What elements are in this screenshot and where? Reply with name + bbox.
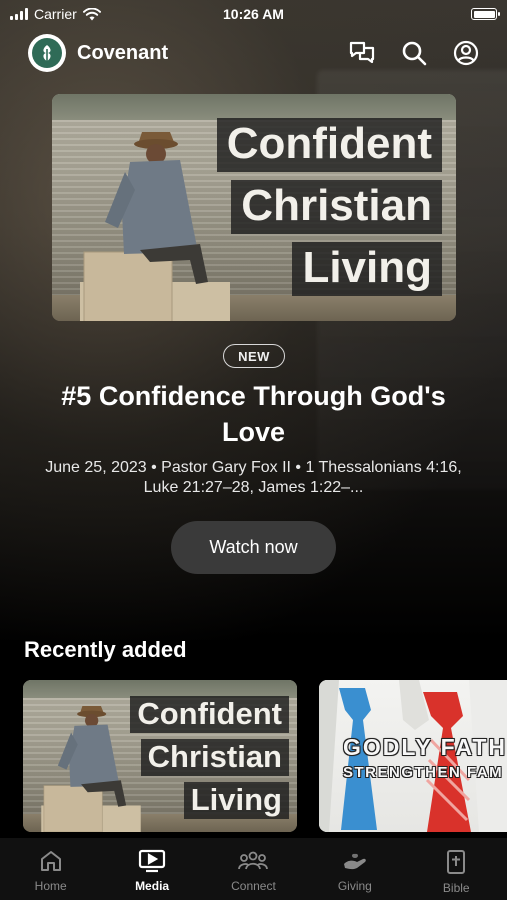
tab-label: Media (135, 879, 170, 893)
section-title-recently-added: Recently added (24, 637, 187, 662)
media-card-title: GODLY FATH STRENGTHEN FAM (343, 734, 507, 781)
church-logo-icon[interactable] (28, 34, 66, 72)
hero-title[interactable]: #5 Confidence Through God's Love (30, 378, 477, 450)
app-brand: Covenant (77, 41, 169, 64)
connect-icon (238, 851, 269, 870)
tab-media[interactable]: Media (107, 849, 197, 893)
wifi-icon (82, 7, 101, 20)
hero-artwork-title: Confident Christian Living (216, 118, 442, 296)
tab-label: Giving (337, 879, 372, 893)
hero-artwork[interactable]: Confident Christian Living (52, 94, 456, 321)
bible-icon (447, 850, 466, 874)
media-card-title: Confident Christian Living (130, 696, 289, 819)
giving-icon (343, 853, 366, 870)
media-icon (138, 849, 166, 873)
card-1-line-3: Living (183, 782, 289, 819)
status-time: 10:26 AM (223, 6, 284, 22)
seated-man-figure (41, 706, 141, 832)
recently-added-rail[interactable]: Confident Christian Living GODLY FATH ST… (23, 680, 507, 832)
media-card[interactable]: Confident Christian Living (23, 680, 297, 832)
signal-icon (10, 8, 28, 20)
tab-label: Connect (231, 879, 276, 893)
home-icon (40, 851, 61, 871)
card-2-line-1: GODLY FATH (343, 734, 507, 760)
bottom-tab-bar: Home Media Connect Giving Bible (0, 838, 507, 900)
card-1-line-1: Confident (130, 696, 289, 733)
media-card[interactable]: GODLY FATH STRENGTHEN FAM (319, 680, 507, 832)
status-bar: Carrier 10:26 AM (0, 0, 507, 28)
tab-bible[interactable]: Bible (411, 849, 501, 895)
tab-giving[interactable]: Giving (310, 849, 400, 893)
hero-art-line-2: Christian (231, 180, 442, 234)
hero-meta: June 25, 2023 • Pastor Gary Fox II • 1 T… (45, 459, 462, 496)
seated-man-figure (80, 132, 230, 321)
hero-art-line-1: Confident (216, 118, 442, 172)
tab-label: Bible (442, 881, 470, 895)
tab-connect[interactable]: Connect (208, 849, 298, 893)
search-icon[interactable] (401, 40, 427, 66)
tab-label: Home (34, 879, 67, 893)
tab-home[interactable]: Home (6, 849, 96, 893)
app-header: Covenant (0, 30, 507, 76)
watch-now-button[interactable]: Watch now (171, 521, 336, 574)
carrier-label: Carrier (34, 6, 77, 22)
chat-bubbles-icon[interactable] (349, 40, 375, 66)
card-2-line-2: STRENGTHEN FAM (343, 764, 504, 781)
profile-icon[interactable] (453, 40, 479, 66)
new-badge: NEW (223, 344, 285, 368)
card-1-line-2: Christian (140, 739, 289, 776)
battery-icon (471, 8, 500, 20)
hero-art-line-3: Living (292, 242, 442, 296)
